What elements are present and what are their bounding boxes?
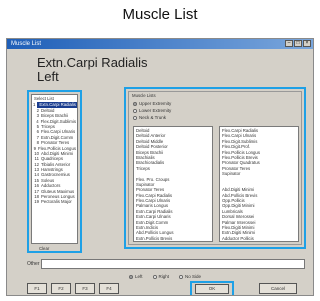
other-field[interactable] <box>41 259 305 269</box>
f3-button[interactable]: F3 <box>75 283 95 294</box>
radio-dot <box>133 115 137 120</box>
radio-label: Right <box>158 274 170 279</box>
window-controls: – □ × <box>285 40 311 47</box>
radio-dot <box>133 108 137 113</box>
region-radio[interactable]: Neck & Trunk <box>133 114 171 121</box>
side-radio[interactable]: Right <box>152 273 170 280</box>
title-bar: Muscle List – □ × <box>7 39 313 49</box>
radio-label: Neck & Trunk <box>139 115 167 120</box>
selected-muscle-side: Left <box>37 69 59 84</box>
minimize-button[interactable]: – <box>285 40 293 47</box>
close-button[interactable]: × <box>303 40 311 47</box>
list-item-number: 19 <box>34 199 39 205</box>
side-radio[interactable]: Left <box>129 273 143 280</box>
ok-button[interactable]: OK <box>195 284 229 294</box>
f2-button[interactable]: F2 <box>51 283 71 294</box>
region-radio[interactable]: Lower Extremity <box>133 107 171 114</box>
maximize-button[interactable]: □ <box>294 40 302 47</box>
radio-dot <box>152 274 157 279</box>
list-item[interactable]: 19 Pectoralis Major <box>33 199 76 204</box>
radio-label: Upper Extremity <box>139 101 172 106</box>
other-label: Other <box>27 261 40 267</box>
radio-dot <box>133 101 137 106</box>
figure-caption: Muscle List <box>122 6 198 23</box>
muscle-lists-panel: Muscle Lists Upper Extremity Lower Extrem… <box>128 91 302 245</box>
radio-label: No Side <box>185 274 202 279</box>
muscle-lists-header: Muscle Lists <box>132 93 156 98</box>
select-list-header: Select List <box>34 96 54 101</box>
region-radio[interactable]: Upper Extremity <box>133 100 171 107</box>
list-item[interactable]: 1 Extn.Carpi Radialis <box>33 102 77 108</box>
select-list[interactable]: 1 Extn.Carpi Radialis 2 Deltoid 3 Biceps Brac… <box>32 102 77 204</box>
muscle-option[interactable]: Adductor Pollicis <box>222 236 296 241</box>
radio-dot <box>129 274 133 279</box>
radio-dot <box>179 274 184 279</box>
list-item-label: Pectoralis Major <box>41 199 72 205</box>
muscle-list-dialog: Muscle List – □ × Extn.Carpi Radialis Le… <box>6 38 314 296</box>
radio-label: Lower Extremity <box>139 108 172 113</box>
muscle-option[interactable]: Extn.Pollicis Brevis <box>136 236 210 241</box>
cancel-button[interactable]: Cancel <box>259 283 297 294</box>
f4-button[interactable]: F4 <box>99 283 119 294</box>
clear-label[interactable]: Clear <box>39 246 49 251</box>
side-options: Left Right No Side <box>129 273 201 280</box>
window-title: Muscle List <box>11 41 42 47</box>
f1-button[interactable]: F1 <box>27 283 47 294</box>
selected-muscle-name: Extn.Carpi Radialis <box>37 55 148 70</box>
side-radio[interactable]: No Side <box>179 273 201 280</box>
radio-label: Left <box>135 274 143 279</box>
muscle-column-1[interactable]: Deltoid Deltoid Anterior Deltoid Middle Del… <box>133 126 213 242</box>
select-list-panel: Select List 1 Extn.Carpi Radialis 2 Deltoid… <box>31 94 78 244</box>
muscle-column-2[interactable]: Flex.Carpi Radialis Flex.Carpi Ulnaris Fle… <box>219 126 299 242</box>
region-options: Upper Extremity Lower Extremity Neck & Tru… <box>133 100 171 121</box>
